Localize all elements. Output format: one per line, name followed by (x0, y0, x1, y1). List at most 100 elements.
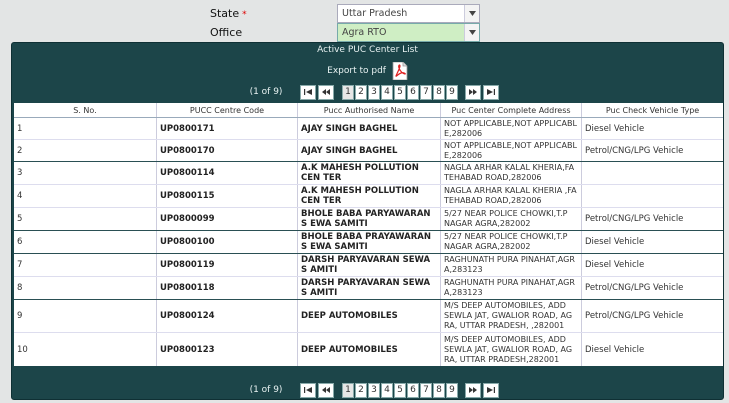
state-select[interactable]: Uttar Pradesh (337, 4, 480, 23)
col-header-vehicle-type[interactable]: Puc Check Vehicle Type (582, 103, 723, 117)
cell-name: DEEP AUTOMOBILES (298, 333, 441, 366)
page-link[interactable]: 3 (368, 84, 380, 100)
cell-vehicle-type: Petrol/CNG/LPG Vehicle (585, 311, 684, 321)
table-row: 5 UP0800099 BHOLE BABA PARYAWARAN S EWA … (14, 208, 723, 231)
cell-code: UP0800100 (157, 231, 298, 253)
pager-info: (1 of 9) (249, 87, 283, 97)
cell-address: 5/27 NEAR POLICE CHOWKI,T.P NAGAR AGRA,2… (441, 208, 582, 230)
cell-vehicle-type: Petrol/CNG/LPG Vehicle (585, 214, 684, 224)
cell-vehicle-type: Petrol/CNG/LPG Vehicle (585, 283, 684, 293)
office-select[interactable]: Agra RTO (337, 23, 480, 42)
cell-sno: 6 (14, 231, 157, 253)
pager-top: (1 of 9) 1 2 3 4 5 6 7 8 9 (12, 80, 723, 104)
cell-address: 5/27 NEAR POLICE CHOWKI,T.P NAGAR AGRA,2… (441, 231, 582, 253)
cell-address: M/S DEEP AUTOMOBILES, ADD SEWLA JAT, GWA… (441, 300, 582, 332)
col-header-name[interactable]: Pucc Authorised Name (298, 103, 441, 117)
cell-code: UP0800171 (157, 118, 298, 139)
cell-sno: 10 (14, 333, 157, 366)
page-link[interactable]: 8 (433, 382, 445, 398)
cell-code: UP0800124 (157, 300, 298, 332)
page-link[interactable]: 6 (407, 382, 419, 398)
page-link[interactable]: 5 (394, 84, 406, 100)
cell-name: BHOLE BABA PARYAWARAN S EWA SAMITI (298, 208, 441, 230)
table-header: S. No. PUCC Centre Code Pucc Authorised … (14, 103, 723, 118)
page-link[interactable]: 1 (342, 382, 354, 398)
cell-name: A.K MAHESH POLLUTION CEN TER (298, 185, 441, 207)
page-link[interactable]: 2 (355, 382, 367, 398)
cell-name: AJAY SINGH BAGHEL (298, 140, 441, 161)
cell-vehicle-type (582, 185, 723, 207)
table-row: 2 UP0800170 AJAY SINGH BAGHEL NOT APPLIC… (14, 140, 723, 162)
cell-name: BHOLE BABA PRAYAWARAN S EWA SAMITI (298, 231, 441, 253)
page-link[interactable]: 4 (381, 382, 393, 398)
cell-sno: 7 (14, 254, 157, 276)
page-link[interactable]: 7 (420, 382, 432, 398)
prev-page-icon[interactable] (318, 382, 334, 398)
first-page-icon[interactable] (300, 382, 316, 398)
cell-name: A.K MAHESH POLLUTION CEN TER (298, 162, 441, 184)
page-link[interactable]: 6 (407, 84, 419, 100)
cell-vehicle-type: Diesel Vehicle (585, 344, 645, 355)
cell-vehicle-type: Diesel Vehicle (585, 123, 645, 134)
cell-address: RAGHUNATH PURA PINAHAT,AGR A,283123 (441, 254, 582, 276)
cell-address: NAGLA ARHAR KALAL KHERIA ,FA TEHABAD ROA… (441, 185, 582, 207)
pager-bottom: (1 of 9) 1 2 3 4 5 6 7 8 9 (12, 378, 723, 399)
next-page-icon[interactable] (465, 84, 481, 100)
table-row: 1 UP0800171 AJAY SINGH BAGHEL NOT APPLIC… (14, 118, 723, 140)
cell-code: UP0800118 (157, 277, 298, 299)
cell-address: RAGHUNATH PURA PINAHAT,AGR A,283123 (441, 277, 582, 299)
prev-page-icon[interactable] (318, 84, 334, 100)
page-link[interactable]: 7 (420, 84, 432, 100)
cell-name: AJAY SINGH BAGHEL (298, 118, 441, 139)
cell-sno: 9 (14, 300, 157, 332)
page-link[interactable]: 5 (394, 382, 406, 398)
table-row: 9 UP0800124 DEEP AUTOMOBILES M/S DEEP AU… (14, 300, 723, 333)
table-row: 8 UP0800118 DARSH PARYAVARAN SEWA S AMIT… (14, 277, 723, 300)
cell-code: UP0800115 (157, 185, 298, 207)
cell-sno: 8 (14, 277, 157, 299)
pdf-icon[interactable] (392, 61, 408, 81)
page-link[interactable]: 1 (342, 84, 354, 100)
page-link[interactable]: 3 (368, 382, 380, 398)
chevron-down-icon[interactable] (464, 24, 479, 41)
pager-info: (1 of 9) (249, 385, 283, 395)
state-select-value: Uttar Pradesh (342, 8, 408, 19)
col-header-sno[interactable]: S. No. (14, 103, 157, 117)
panel-title: Active PUC Center List (317, 45, 418, 55)
cell-code: UP0800099 (157, 208, 298, 230)
col-header-address[interactable]: Puc Center Complete Address (441, 103, 582, 117)
table-row: 4 UP0800115 A.K MAHESH POLLUTION CEN TER… (14, 185, 723, 208)
cell-address: NAGLA ARHAR KALAL KHERIA,FA TEHABAD ROAD… (441, 162, 582, 184)
cell-name: DEEP AUTOMOBILES (298, 300, 441, 332)
puc-center-panel: Active PUC Center List Export to pdf (1 … (11, 42, 724, 400)
table-row: 3 UP0800114 A.K MAHESH POLLUTION CEN TER… (14, 162, 723, 185)
table-row: 10 UP0800123 DEEP AUTOMOBILES M/S DEEP A… (14, 333, 723, 366)
col-header-code[interactable]: PUCC Centre Code (157, 103, 298, 117)
page-link[interactable]: 9 (446, 84, 458, 100)
last-page-icon[interactable] (483, 84, 499, 100)
office-select-value: Agra RTO (342, 27, 387, 38)
cell-sno: 1 (14, 118, 157, 139)
office-label: Office (210, 26, 243, 39)
cell-name: DARSH PARYAVARAN SEWA S AMITI (298, 277, 441, 299)
cell-vehicle-type: Diesel Vehicle (585, 237, 645, 247)
page-link[interactable]: 2 (355, 84, 367, 100)
cell-vehicle-type: Diesel Vehicle (585, 260, 645, 270)
cell-vehicle-type: Petrol/CNG/LPG Vehicle (585, 145, 684, 156)
last-page-icon[interactable] (483, 382, 499, 398)
page-link[interactable]: 9 (446, 382, 458, 398)
cell-address: NOT APPLICABLE,NOT APPLICABL E,282006 (441, 118, 582, 139)
page-link[interactable]: 4 (381, 84, 393, 100)
export-pdf-link[interactable]: Export to pdf (12, 61, 723, 81)
cell-code: UP0800170 (157, 140, 298, 161)
cell-sno: 4 (14, 185, 157, 207)
cell-address: M/S DEEP AUTOMOBILES, ADD SEWLA JAT, GWA… (441, 333, 582, 366)
panel-caption: Active PUC Center List Export to pdf (12, 43, 723, 81)
first-page-icon[interactable] (300, 84, 316, 100)
next-page-icon[interactable] (465, 382, 481, 398)
cell-sno: 2 (14, 140, 157, 161)
chevron-down-icon[interactable] (464, 5, 479, 22)
page-link[interactable]: 8 (433, 84, 445, 100)
state-label: State * (210, 7, 247, 20)
puc-center-table: S. No. PUCC Centre Code Pucc Authorised … (14, 103, 723, 366)
